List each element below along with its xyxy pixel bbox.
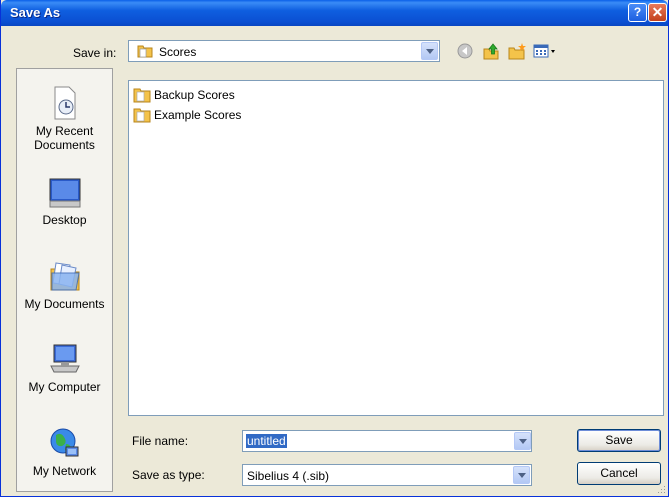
save-as-type-label: Save as type: <box>132 468 205 482</box>
folder-icon <box>133 108 151 123</box>
save-in-value: Scores <box>159 45 197 59</box>
save-in-dropdown[interactable]: Scores <box>128 40 440 62</box>
chevron-down-icon[interactable] <box>514 432 531 450</box>
place-my-recent-documents[interactable]: My Recent Documents <box>17 86 112 152</box>
title-bar[interactable]: Save As ? ✕ <box>1 0 668 26</box>
file-name-dropdown[interactable] <box>512 431 532 451</box>
window-title: Save As <box>10 5 61 20</box>
place-label: My Computer <box>28 380 101 394</box>
desktop-icon <box>49 178 80 208</box>
recent-documents-icon <box>54 86 75 120</box>
folder-icon <box>133 88 151 103</box>
folder-icon <box>137 45 153 58</box>
my-computer-icon <box>49 344 80 373</box>
places-bar: My Recent Documents Desktop My Documents <box>16 68 113 492</box>
new-folder-icon[interactable] <box>508 43 526 60</box>
place-label: My Network <box>32 464 97 478</box>
cancel-button[interactable]: Cancel <box>577 462 661 485</box>
place-label: My Recent <box>35 124 94 138</box>
views-menu-icon[interactable] <box>533 43 557 59</box>
chevron-down-icon[interactable] <box>513 466 530 484</box>
file-name-input[interactable]: untitled <box>242 430 532 452</box>
help-button[interactable]: ? <box>628 3 647 22</box>
save-button[interactable]: Save <box>577 429 661 452</box>
place-my-computer[interactable]: My Computer <box>17 342 112 394</box>
file-name-label: File name: <box>132 434 189 448</box>
place-desktop[interactable]: Desktop <box>17 177 112 227</box>
my-network-icon <box>50 428 78 457</box>
file-name: Example Scores <box>154 108 242 122</box>
place-my-network[interactable]: My Network <box>17 426 112 478</box>
place-label: My Documents <box>24 297 105 311</box>
file-list[interactable]: Backup Scores Example Scores <box>128 80 664 416</box>
save-as-type-dropdown[interactable]: Sibelius 4 (.sib) <box>242 464 532 486</box>
resize-grip-icon[interactable] <box>656 484 666 494</box>
back-icon[interactable] <box>457 43 473 59</box>
chevron-down-icon[interactable] <box>421 42 438 60</box>
save-in-label: Save in: <box>73 46 117 60</box>
file-name: Backup Scores <box>154 88 235 102</box>
place-label: Desktop <box>42 213 87 227</box>
my-documents-icon <box>50 262 80 291</box>
save-as-dialog: Save As ? ✕ Save in: Scores My Recent Do… <box>0 0 669 497</box>
place-label: Documents <box>34 138 95 152</box>
up-folder-icon[interactable] <box>482 43 500 60</box>
place-my-documents[interactable]: My Documents <box>17 259 112 311</box>
file-name-value[interactable]: untitled <box>246 434 287 448</box>
close-button[interactable]: ✕ <box>648 3 667 22</box>
save-as-type-value: Sibelius 4 (.sib) <box>247 469 330 483</box>
